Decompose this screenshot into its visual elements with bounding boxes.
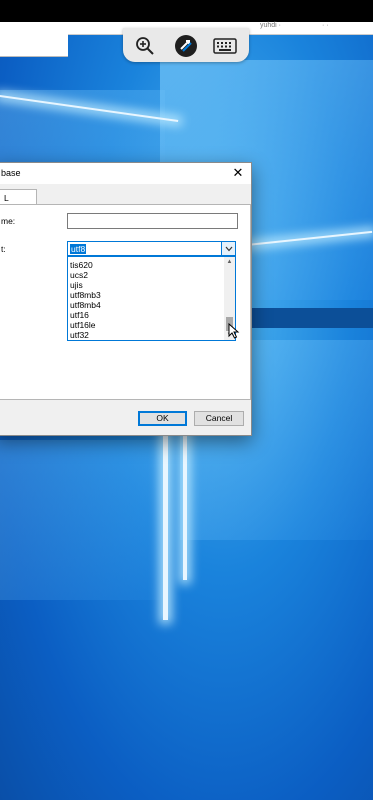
database-dialog: base ✕ L Preview me: t: utf8 tis620 ucs2… xyxy=(0,162,252,436)
remote-window-fragment xyxy=(0,34,68,57)
chevron-down-icon[interactable] xyxy=(221,242,235,255)
charset-dropdown-list: tis620 ucs2 ujis utf8mb3 utf8mb4 utf16 u… xyxy=(67,256,236,341)
charset-option[interactable]: utf8mb4 xyxy=(70,300,101,310)
charset-selected-value: utf8 xyxy=(70,244,87,254)
strip-text-1: yuhdi · xyxy=(260,22,282,29)
charset-option[interactable]: tis620 xyxy=(70,260,93,270)
close-icon[interactable]: ✕ xyxy=(229,164,247,182)
ok-button[interactable]: OK xyxy=(138,411,187,426)
charset-option[interactable]: utf32 xyxy=(70,330,89,340)
database-name-input[interactable] xyxy=(67,213,238,229)
charset-option[interactable]: ujis xyxy=(70,280,83,290)
charset-option[interactable]: utf8mb3 xyxy=(70,290,101,300)
dialog-title: base xyxy=(1,168,21,178)
mouse-cursor-icon xyxy=(228,322,240,341)
rdp-toolbar xyxy=(123,28,249,62)
cancel-button[interactable]: Cancel xyxy=(194,411,244,426)
zoom-in-icon[interactable] xyxy=(132,33,158,59)
charset-option[interactable]: ucs2 xyxy=(70,270,88,280)
charset-select[interactable]: utf8 xyxy=(67,241,236,256)
tab-sql-preview[interactable]: L Preview xyxy=(0,189,37,213)
dialog-titlebar: base ✕ xyxy=(0,163,251,184)
scroll-up-icon[interactable]: ▲ xyxy=(224,257,235,267)
keyboard-icon[interactable] xyxy=(212,33,238,59)
strip-text-2: · · xyxy=(322,22,329,29)
remote-desktop-icon[interactable] xyxy=(173,33,199,59)
charset-label: t: xyxy=(1,244,6,254)
charset-option[interactable]: utf16le xyxy=(70,320,96,330)
name-label: me: xyxy=(1,216,16,226)
charset-option[interactable]: utf16 xyxy=(70,310,89,320)
